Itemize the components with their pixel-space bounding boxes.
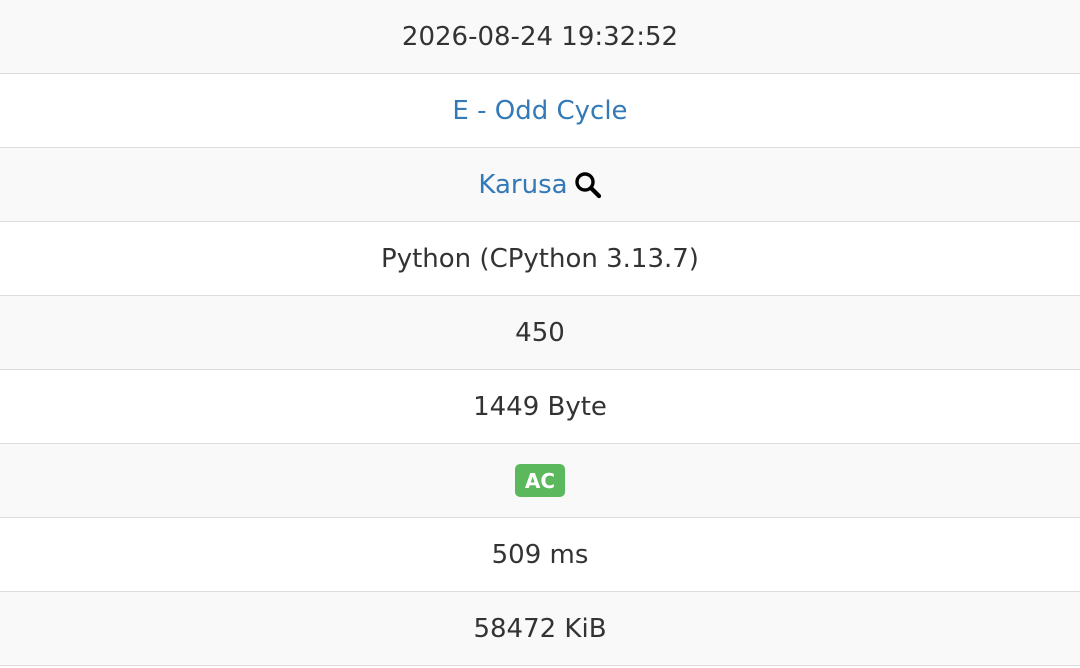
memory: 58472 KiB [473,613,607,644]
code-size-row: 1449 Byte [0,370,1080,444]
language-row: Python (CPython 3.13.7) [0,222,1080,296]
user-cell: Karusa [478,170,601,200]
task-row: E - Odd Cycle [0,74,1080,148]
code-size: 1449 Byte [473,391,607,422]
status-badge: AC [514,464,566,497]
language: Python (CPython 3.13.7) [381,243,699,274]
score-row: 450 [0,296,1080,370]
submission-detail-table: 2026-08-24 19:32:52 E - Odd Cycle Karusa… [0,0,1080,666]
user-link[interactable]: Karusa [478,170,567,200]
submission-time-row: 2026-08-24 19:32:52 [0,0,1080,74]
status-row: AC [0,444,1080,518]
search-icon[interactable] [574,171,602,199]
memory-row: 58472 KiB [0,592,1080,666]
submission-time: 2026-08-24 19:32:52 [401,21,679,52]
user-row: Karusa [0,148,1080,222]
exec-time: 509 ms [491,539,589,570]
task-link[interactable]: E - Odd Cycle [452,96,627,126]
score: 450 [515,317,565,348]
exec-time-row: 509 ms [0,518,1080,592]
